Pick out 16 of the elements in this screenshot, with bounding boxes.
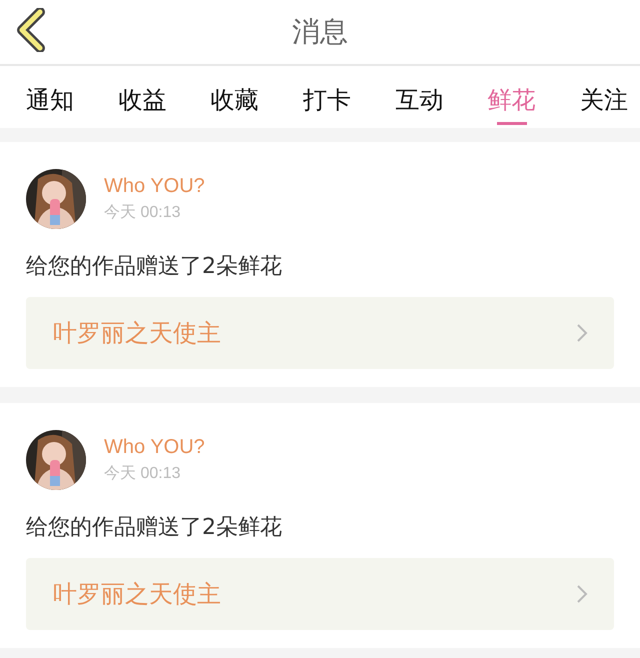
message-text: 给您的作品赠送了2朵鲜花	[26, 253, 283, 281]
timestamp: 今天 00:13	[104, 203, 182, 223]
tab[interactable]: 关注	[580, 78, 628, 124]
chevron-right-icon	[576, 584, 588, 604]
work-title: 叶罗丽之天使主	[53, 579, 221, 610]
tab[interactable]: 收藏	[210, 78, 259, 124]
work-title: 叶罗丽之天使主	[53, 318, 221, 349]
message-text: 给您的作品赠送了2朵鲜花	[26, 514, 283, 542]
timestamp: 今天 00:13	[104, 464, 182, 484]
tab[interactable]: 收益	[118, 78, 166, 124]
tab[interactable]: 互动	[395, 78, 444, 124]
back-icon[interactable]	[16, 8, 46, 52]
tab[interactable]: 打卡	[302, 78, 351, 124]
page-title: 消息	[292, 14, 348, 50]
tab[interactable]: 通知	[26, 78, 74, 124]
chevron-right-icon	[576, 323, 588, 343]
